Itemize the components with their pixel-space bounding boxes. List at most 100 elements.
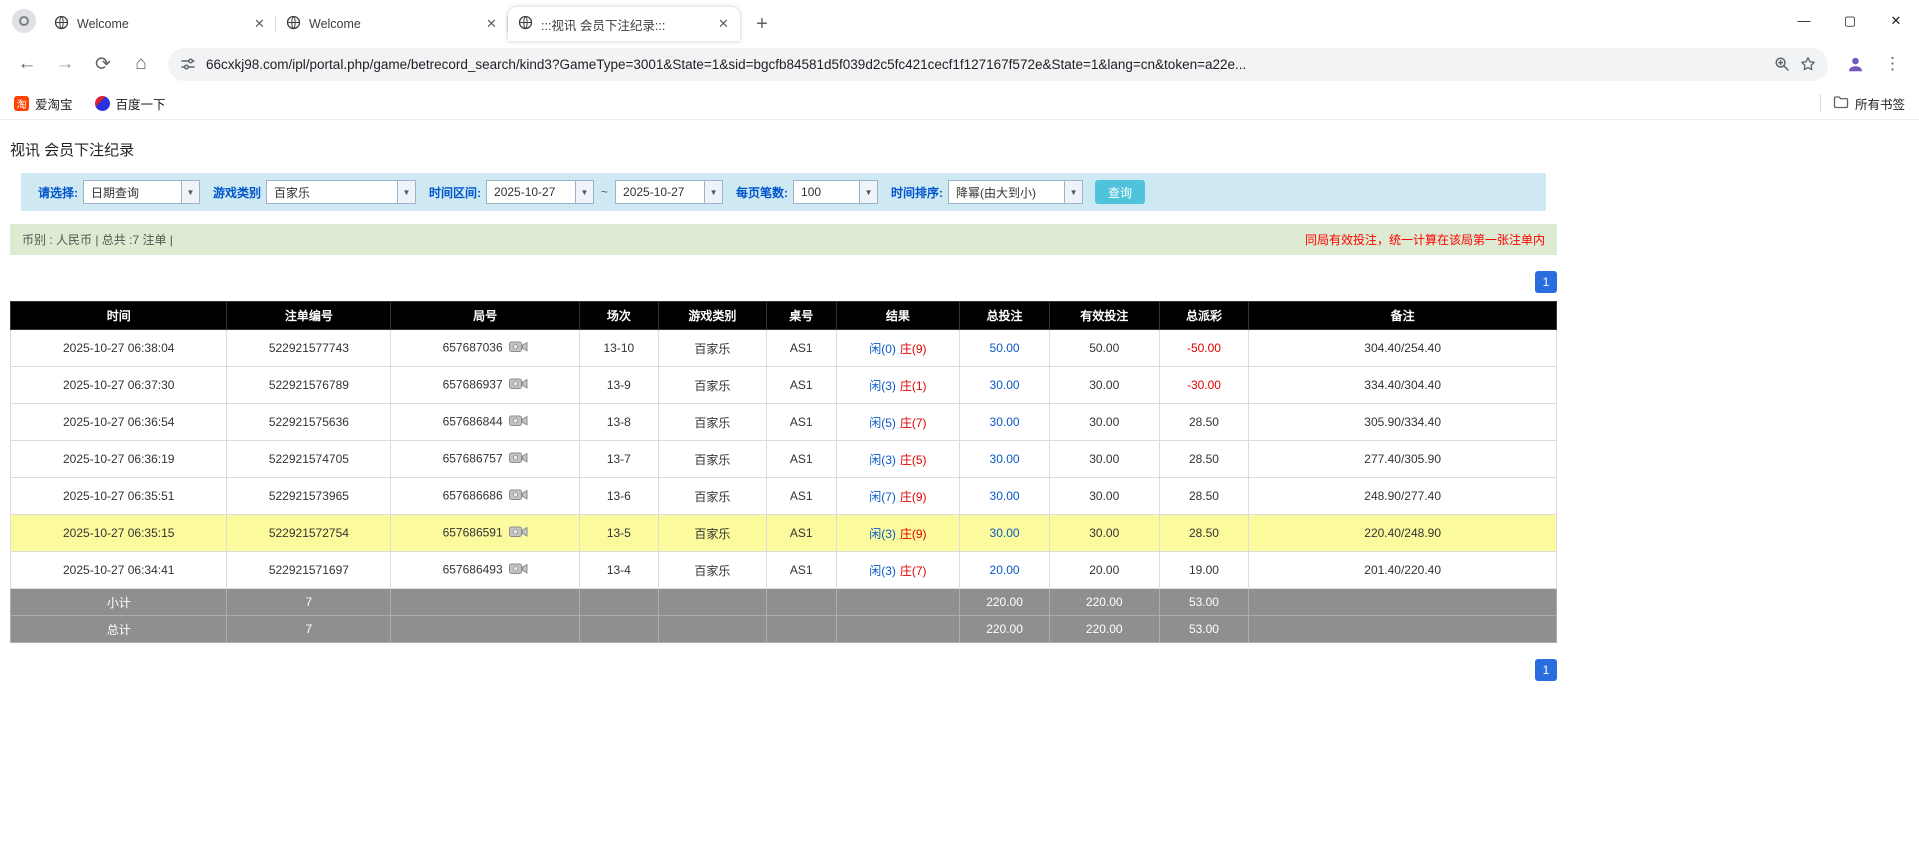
forward-button[interactable]: →	[48, 47, 82, 81]
game-type-select[interactable]: 百家乐 ▼	[266, 180, 416, 204]
total-bet-link[interactable]: 30.00	[960, 478, 1050, 515]
cell-valid-bet: 30.00	[1049, 367, 1159, 404]
result-banker: 庄(7)	[900, 416, 927, 430]
tab-close-icon[interactable]: ✕	[483, 16, 500, 33]
home-button[interactable]: ⌂	[124, 47, 158, 81]
cell-payout: -30.00	[1159, 367, 1249, 404]
cell-result: 闲(5)庄(7)	[836, 404, 960, 441]
chevron-down-icon[interactable]: ▼	[704, 181, 722, 203]
bookmark-item-taobao[interactable]: 淘 爱淘宝	[14, 94, 73, 113]
site-info-icon[interactable]	[180, 56, 196, 72]
date-from-select[interactable]: 2025-10-27 ▼	[486, 180, 594, 204]
summary-bar: 币别 : 人民币 | 总共 :7 注单 | 同局有效投注，统一计算在该局第一张注…	[10, 224, 1557, 255]
new-tab-button[interactable]: +	[748, 10, 776, 38]
cell-round-id: 657687036	[391, 330, 580, 367]
page-1-button[interactable]: 1	[1535, 271, 1557, 293]
chevron-down-icon[interactable]: ▼	[181, 181, 199, 203]
total-bet-link[interactable]: 30.00	[960, 367, 1050, 404]
total-bet-link[interactable]: 20.00	[960, 552, 1050, 589]
footer-cell	[391, 616, 580, 643]
globe-favicon	[286, 15, 301, 33]
total-bet-link[interactable]: 30.00	[960, 515, 1050, 552]
sort-value: 降幂(由大到小)	[949, 181, 1064, 203]
tab-close-icon[interactable]: ✕	[251, 16, 268, 33]
refresh-button[interactable]: ⟳	[86, 47, 120, 81]
cell-valid-bet: 50.00	[1049, 330, 1159, 367]
video-replay-icon[interactable]	[509, 451, 528, 468]
footer-cell: 220.00	[1049, 589, 1159, 616]
cell-payout: 28.50	[1159, 404, 1249, 441]
chevron-down-icon[interactable]: ▼	[397, 181, 415, 203]
table-row: 2025-10-27 06:35:51 522921573965 6576866…	[11, 478, 1557, 515]
video-replay-icon[interactable]	[509, 377, 528, 394]
video-replay-icon[interactable]	[509, 414, 528, 431]
cell-result: 闲(3)庄(7)	[836, 552, 960, 589]
cell-game-type: 百家乐	[658, 404, 766, 441]
close-button[interactable]: ✕	[1873, 0, 1919, 41]
bookmark-star-icon[interactable]	[1800, 56, 1816, 72]
menu-icon[interactable]: ⋮	[1876, 54, 1909, 74]
cell-result: 闲(7)庄(9)	[836, 478, 960, 515]
footer-cell: 小计	[11, 589, 227, 616]
cell-session: 13-4	[579, 552, 658, 589]
maximize-button[interactable]: ▢	[1827, 0, 1873, 41]
browser-tab-active[interactable]: :::视讯 会员下注纪录::: ✕	[508, 7, 740, 41]
cell-bet-id: 522921576789	[227, 367, 391, 404]
zoom-icon[interactable]	[1774, 56, 1790, 72]
footer-cell	[1249, 616, 1557, 643]
url-bar[interactable]: 66cxkj98.com/ipl/portal.php/game/betreco…	[168, 48, 1828, 81]
cell-result: 闲(3)庄(9)	[836, 515, 960, 552]
profile-icon[interactable]	[1838, 47, 1872, 81]
bookmark-item-baidu[interactable]: 百度一下	[95, 94, 166, 113]
footer-cell: 220.00	[960, 589, 1050, 616]
cell-time: 2025-10-27 06:38:04	[11, 330, 227, 367]
browser-tab-1[interactable]: Welcome ✕	[44, 7, 276, 41]
browser-tab-2[interactable]: Welcome ✕	[276, 7, 508, 41]
round-id: 657687036	[443, 340, 503, 354]
cell-note: 220.40/248.90	[1249, 515, 1557, 552]
sort-label: 时间排序:	[891, 184, 943, 201]
cell-note: 305.90/334.40	[1249, 404, 1557, 441]
cell-table-no: AS1	[766, 404, 836, 441]
footer-cell: 220.00	[960, 616, 1050, 643]
sort-select[interactable]: 降幂(由大到小) ▼	[948, 180, 1083, 204]
minimize-button[interactable]: —	[1781, 0, 1827, 41]
footer-cell: 53.00	[1159, 589, 1249, 616]
cell-round-id: 657686493	[391, 552, 580, 589]
window-controls: — ▢ ✕	[1781, 0, 1919, 41]
date-to-select[interactable]: 2025-10-27 ▼	[615, 180, 723, 204]
cell-session: 13-6	[579, 478, 658, 515]
page-1-button[interactable]: 1	[1535, 659, 1557, 681]
all-bookmarks-button[interactable]: 所有书签	[1833, 94, 1905, 113]
video-replay-icon[interactable]	[509, 525, 528, 542]
url-text[interactable]: 66cxkj98.com/ipl/portal.php/game/betreco…	[206, 57, 1764, 72]
browser-logo-icon[interactable]	[12, 9, 36, 33]
cell-bet-id: 522921573965	[227, 478, 391, 515]
back-button[interactable]: ←	[10, 47, 44, 81]
cell-note: 277.40/305.90	[1249, 441, 1557, 478]
query-type-select[interactable]: 日期查询 ▼	[83, 180, 200, 204]
total-bet-link[interactable]: 30.00	[960, 404, 1050, 441]
video-replay-icon[interactable]	[509, 562, 528, 579]
cell-game-type: 百家乐	[658, 552, 766, 589]
page-size-select[interactable]: 100 ▼	[793, 180, 878, 204]
chevron-down-icon[interactable]: ▼	[575, 181, 593, 203]
tab-title: Welcome	[309, 17, 475, 31]
footer-cell	[766, 589, 836, 616]
result-banker: 庄(7)	[900, 564, 927, 578]
cell-session: 13-9	[579, 367, 658, 404]
video-replay-icon[interactable]	[509, 488, 528, 505]
chevron-down-icon[interactable]: ▼	[1064, 181, 1082, 203]
tab-close-icon[interactable]: ✕	[715, 16, 732, 33]
cell-valid-bet: 30.00	[1049, 478, 1159, 515]
total-bet-link[interactable]: 30.00	[960, 441, 1050, 478]
cell-payout: 28.50	[1159, 478, 1249, 515]
total-bet-link[interactable]: 50.00	[960, 330, 1050, 367]
chevron-down-icon[interactable]: ▼	[859, 181, 877, 203]
cell-valid-bet: 30.00	[1049, 441, 1159, 478]
page-content: 视讯 会员下注纪录 请选择: 日期查询 ▼ 游戏类别 百家乐 ▼ 时间区间: 2…	[0, 139, 1567, 681]
column-header: 场次	[579, 302, 658, 330]
search-button[interactable]: 查询	[1095, 180, 1145, 204]
video-replay-icon[interactable]	[509, 340, 528, 357]
cell-session: 13-7	[579, 441, 658, 478]
